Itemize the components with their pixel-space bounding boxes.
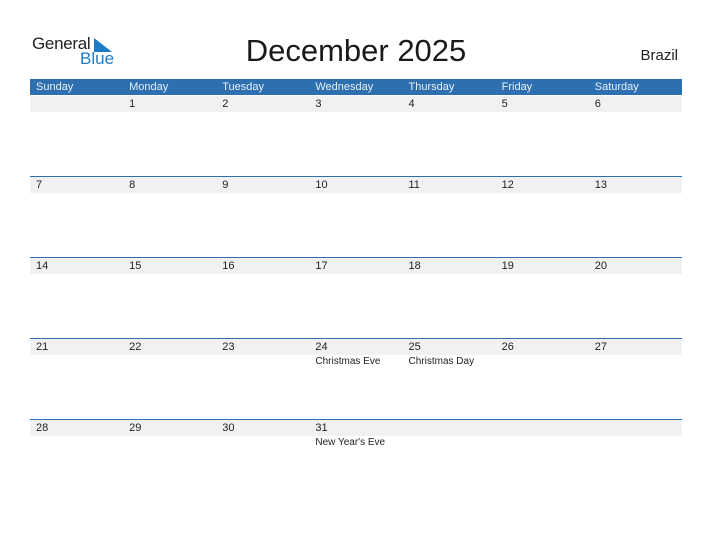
holiday-label bbox=[403, 436, 496, 449]
week-row: 1 2 3 4 5 6 bbox=[30, 96, 682, 112]
holiday-label bbox=[496, 436, 589, 449]
day-number: 24 bbox=[315, 341, 328, 353]
holiday-label: New Year's Eve bbox=[315, 437, 386, 448]
weekday-thursday: Thursday bbox=[408, 81, 455, 93]
holiday-label bbox=[216, 436, 309, 449]
calendar-title: December 2025 bbox=[245, 33, 467, 68]
day-number: 4 bbox=[408, 98, 415, 110]
weekday-monday: Monday bbox=[129, 81, 169, 93]
day-number: 31 bbox=[315, 422, 328, 434]
day-number: 13 bbox=[594, 179, 607, 191]
day-number bbox=[496, 420, 589, 436]
holiday-label bbox=[589, 436, 682, 449]
day-number: 14 bbox=[36, 260, 49, 272]
weekday-sunday: Sunday bbox=[36, 81, 74, 93]
holiday-label bbox=[496, 355, 589, 368]
week-row: 14 15 16 17 18 19 20 bbox=[30, 257, 682, 274]
holiday-label: Christmas Eve bbox=[315, 356, 381, 367]
country-label: Brazil bbox=[640, 47, 678, 64]
weekday-tuesday: Tuesday bbox=[222, 81, 265, 93]
date-band: 21 22 23 24 25 26 27 bbox=[30, 339, 682, 355]
holiday-label bbox=[123, 355, 216, 368]
day-number: 20 bbox=[594, 260, 607, 272]
weekday-header: Sunday Monday Tuesday Wednesday Thursday… bbox=[30, 79, 682, 95]
weekday-friday: Friday bbox=[501, 81, 533, 93]
day-number: 16 bbox=[222, 260, 235, 272]
day-number: 25 bbox=[408, 341, 421, 353]
day-number: 7 bbox=[36, 179, 43, 191]
day-number: 18 bbox=[408, 260, 421, 272]
day-number: 10 bbox=[315, 179, 328, 191]
day-number: 30 bbox=[222, 422, 235, 434]
day-number: 17 bbox=[315, 260, 328, 272]
day-number: 15 bbox=[129, 260, 142, 272]
holiday-label bbox=[30, 355, 123, 368]
date-band: 14 15 16 17 18 19 20 bbox=[30, 258, 682, 274]
holiday-label bbox=[123, 436, 216, 449]
week-row: 7 8 9 10 11 12 13 bbox=[30, 176, 682, 193]
date-band: 28 29 30 31 bbox=[30, 420, 682, 436]
holiday-label bbox=[589, 355, 682, 368]
weekday-saturday: Saturday bbox=[594, 81, 639, 93]
events-row: New Year's Eve bbox=[30, 436, 682, 449]
week-row: 21 22 23 24 25 26 27 Christmas Eve Christmas Day bbox=[30, 338, 682, 368]
day-number: 6 bbox=[594, 98, 601, 110]
date-band: 1 2 3 4 5 6 bbox=[30, 96, 682, 112]
day-number: 8 bbox=[129, 179, 136, 191]
day-number: 27 bbox=[594, 341, 607, 353]
day-number: 22 bbox=[129, 341, 142, 353]
day-number bbox=[403, 420, 496, 436]
holiday-label bbox=[30, 436, 123, 449]
day-number bbox=[30, 96, 123, 112]
day-number: 11 bbox=[408, 179, 420, 191]
day-number: 21 bbox=[36, 341, 49, 353]
day-number: 28 bbox=[36, 422, 49, 434]
day-number: 23 bbox=[222, 341, 235, 353]
day-number bbox=[589, 420, 682, 436]
holiday-label: Christmas Day bbox=[408, 356, 475, 367]
holiday-label bbox=[216, 355, 309, 368]
week-row: 28 29 30 31 New Year's Eve bbox=[30, 419, 682, 449]
events-row: Christmas Eve Christmas Day bbox=[30, 355, 682, 368]
date-band: 7 8 9 10 11 12 13 bbox=[30, 177, 682, 193]
day-number: 19 bbox=[501, 260, 514, 272]
weekday-wednesday: Wednesday bbox=[315, 81, 374, 93]
day-number: 1 bbox=[129, 98, 136, 110]
day-number: 29 bbox=[129, 422, 142, 434]
day-number: 5 bbox=[501, 98, 508, 110]
day-number: 9 bbox=[222, 179, 229, 191]
day-number: 2 bbox=[222, 98, 229, 110]
day-number: 3 bbox=[315, 98, 322, 110]
day-number: 26 bbox=[501, 341, 514, 353]
day-number: 12 bbox=[501, 179, 514, 191]
